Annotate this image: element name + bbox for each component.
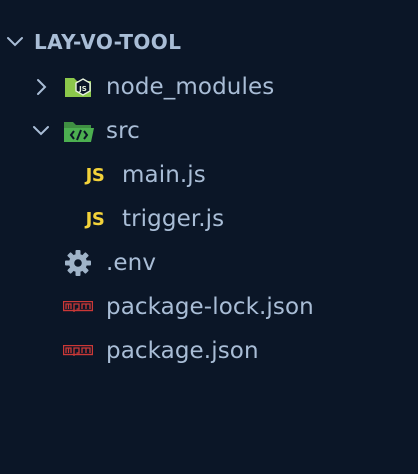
tree-item-label: trigger.js: [122, 206, 225, 232]
tree-item-node-modules[interactable]: JS node_modules: [0, 65, 418, 109]
js-file-icon: JS: [85, 208, 105, 230]
tree-item-main-js[interactable]: JS main.js: [0, 153, 418, 197]
tree-item-package-lock-json[interactable]: package-lock.json: [0, 285, 418, 329]
file-explorer: LAY-VO-TOOL JS node_modules src JS main.…: [0, 0, 418, 474]
tree-item-package-json[interactable]: package.json: [0, 329, 418, 373]
explorer-root-label: LAY-VO-TOOL: [34, 30, 182, 54]
chevron-down-icon[interactable]: [5, 32, 25, 52]
tree-item-src[interactable]: src: [0, 109, 418, 153]
tree-item-label: .env: [106, 250, 157, 276]
tree-item-label: package.json: [106, 338, 259, 364]
tree-item-label: main.js: [122, 162, 206, 188]
src-folder-icon: [63, 118, 95, 144]
gear-icon: [64, 249, 92, 277]
tree-item-label: src: [106, 118, 140, 144]
tree-item-label: node_modules: [106, 74, 275, 100]
tree-item-env[interactable]: .env: [0, 241, 418, 285]
tree-item-label: package-lock.json: [106, 294, 314, 320]
npm-icon: [63, 300, 93, 314]
js-file-icon: JS: [85, 164, 105, 186]
svg-text:JS: JS: [78, 85, 87, 93]
explorer-root[interactable]: LAY-VO-TOOL: [0, 20, 418, 64]
npm-icon: [63, 344, 93, 358]
chevron-down-icon[interactable]: [31, 121, 51, 141]
tree-item-trigger-js[interactable]: JS trigger.js: [0, 197, 418, 241]
chevron-right-icon[interactable]: [31, 77, 51, 97]
nodejs-folder-icon: JS: [64, 73, 94, 101]
